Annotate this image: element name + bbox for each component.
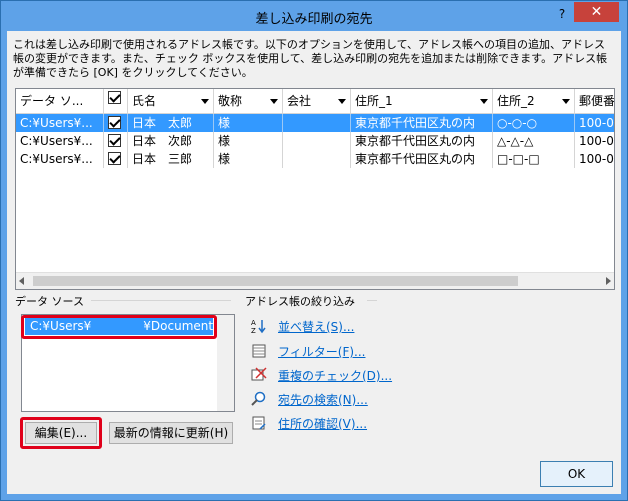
cell-address1: 東京都千代田区丸の内 — [351, 150, 493, 168]
column-header-address2[interactable]: 住所_2 — [493, 89, 575, 113]
horizontal-scrollbar[interactable] — [16, 272, 614, 289]
close-button[interactable]: ✕ — [574, 2, 619, 22]
cell-checkbox — [104, 114, 128, 132]
column-header-zip[interactable]: 郵便番 — [575, 89, 614, 113]
cell-company — [283, 132, 351, 150]
row-checkbox[interactable] — [108, 134, 121, 147]
description-text: これは差し込み印刷で使用されるアドレス帳です。以下のオプションを使用して、アドレ… — [13, 38, 608, 79]
sort-az-icon: AZ — [251, 319, 266, 334]
duplicate-check-icon — [251, 367, 267, 381]
cell-title: 様 — [214, 114, 283, 132]
scrollbar-thumb[interactable] — [33, 276, 518, 286]
ok-button[interactable]: OK — [540, 461, 613, 487]
divider — [91, 300, 231, 301]
cell-address2: △-△-△ — [493, 132, 575, 150]
cell-source: C:¥Users¥... — [16, 150, 104, 168]
cell-title: 様 — [214, 150, 283, 168]
cell-address2: □-□-□ — [493, 150, 575, 168]
dialog-client-area: これは差し込み印刷で使用されるアドレス帳です。以下のオプションを使用して、アドレ… — [7, 31, 621, 494]
chevron-down-icon[interactable] — [562, 99, 570, 104]
cell-zip: 100-00 — [579, 134, 614, 148]
vertical-scrollbar[interactable] — [217, 315, 234, 411]
cell-title: 様 — [214, 132, 283, 150]
cell-source: C:¥Users¥... — [16, 132, 104, 150]
cell-checkbox — [104, 150, 128, 168]
list-header: データ ソ... 氏名 敬称 会社 住所_1 住所_2 郵便番 — [16, 89, 614, 114]
column-header-address1[interactable]: 住所_1 — [351, 89, 493, 113]
address-verify-icon — [252, 416, 266, 430]
search-icon — [251, 391, 266, 406]
cell-source: C:¥Users¥... — [16, 114, 104, 132]
row-checkbox[interactable] — [108, 152, 121, 165]
table-row[interactable]: C:¥Users¥... 日本 太郎 様 東京都千代田区丸の内 ○-○-○ 10… — [16, 114, 614, 132]
cell-checkbox — [104, 132, 128, 150]
chevron-down-icon[interactable] — [270, 99, 278, 104]
cell-address1: 東京都千代田区丸の内 — [351, 132, 493, 150]
scroll-left-icon[interactable] — [19, 277, 24, 285]
chevron-down-icon[interactable] — [480, 99, 488, 104]
table-row[interactable]: C:¥Users¥... 日本 三郎 様 東京都千代田区丸の内 □-□-□ 10… — [16, 150, 614, 168]
column-header-title[interactable]: 敬称 — [214, 89, 283, 113]
filter-icon — [252, 344, 266, 358]
cell-zip: 100-00 — [579, 152, 614, 166]
dialog-window: 差し込み印刷の宛先 ? ✕ これは差し込み印刷で使用されるアドレス帳です。以下の… — [0, 0, 628, 501]
datasource-group-label: データ ソース — [15, 295, 84, 308]
cell-name: 日本 太郎 — [128, 114, 214, 132]
select-all-checkbox[interactable] — [108, 91, 121, 104]
chevron-down-icon[interactable] — [201, 99, 209, 104]
cell-company — [283, 150, 351, 168]
svg-text:Z: Z — [251, 327, 256, 334]
cell-company — [283, 114, 351, 132]
cell-name: 日本 次郎 — [128, 132, 214, 150]
cell-zip: 100-00 — [579, 116, 614, 130]
row-checkbox[interactable] — [108, 116, 121, 129]
table-row[interactable]: C:¥Users¥... 日本 次郎 様 東京都千代田区丸の内 △-△-△ 10… — [16, 132, 614, 150]
cell-name: 日本 三郎 — [128, 150, 214, 168]
datasource-highlight — [21, 315, 217, 339]
title-bar[interactable]: 差し込み印刷の宛先 ? ✕ — [1, 1, 627, 31]
dialog-title: 差し込み印刷の宛先 — [255, 12, 373, 27]
chevron-down-icon[interactable] — [338, 99, 346, 104]
refresh-button[interactable]: 最新の情報に更新(H) — [109, 422, 233, 444]
column-header-checkbox[interactable] — [104, 89, 128, 113]
cell-address1: 東京都千代田区丸の内 — [351, 114, 493, 132]
svg-text:A: A — [251, 319, 256, 327]
recipient-list[interactable]: データ ソ... 氏名 敬称 会社 住所_1 住所_2 郵便番 C:¥Users… — [15, 88, 615, 290]
column-header-datasource[interactable]: データ ソ... — [16, 89, 104, 113]
refine-group-label: アドレス帳の絞り込み — [245, 295, 355, 308]
cell-address2: ○-○-○ — [493, 114, 575, 132]
divider — [367, 300, 377, 301]
edit-button-highlight — [20, 417, 102, 449]
scroll-right-icon[interactable] — [606, 277, 611, 285]
help-button[interactable]: ? — [554, 6, 570, 22]
column-header-name[interactable]: 氏名 — [128, 89, 214, 113]
column-header-company[interactable]: 会社 — [283, 89, 351, 113]
